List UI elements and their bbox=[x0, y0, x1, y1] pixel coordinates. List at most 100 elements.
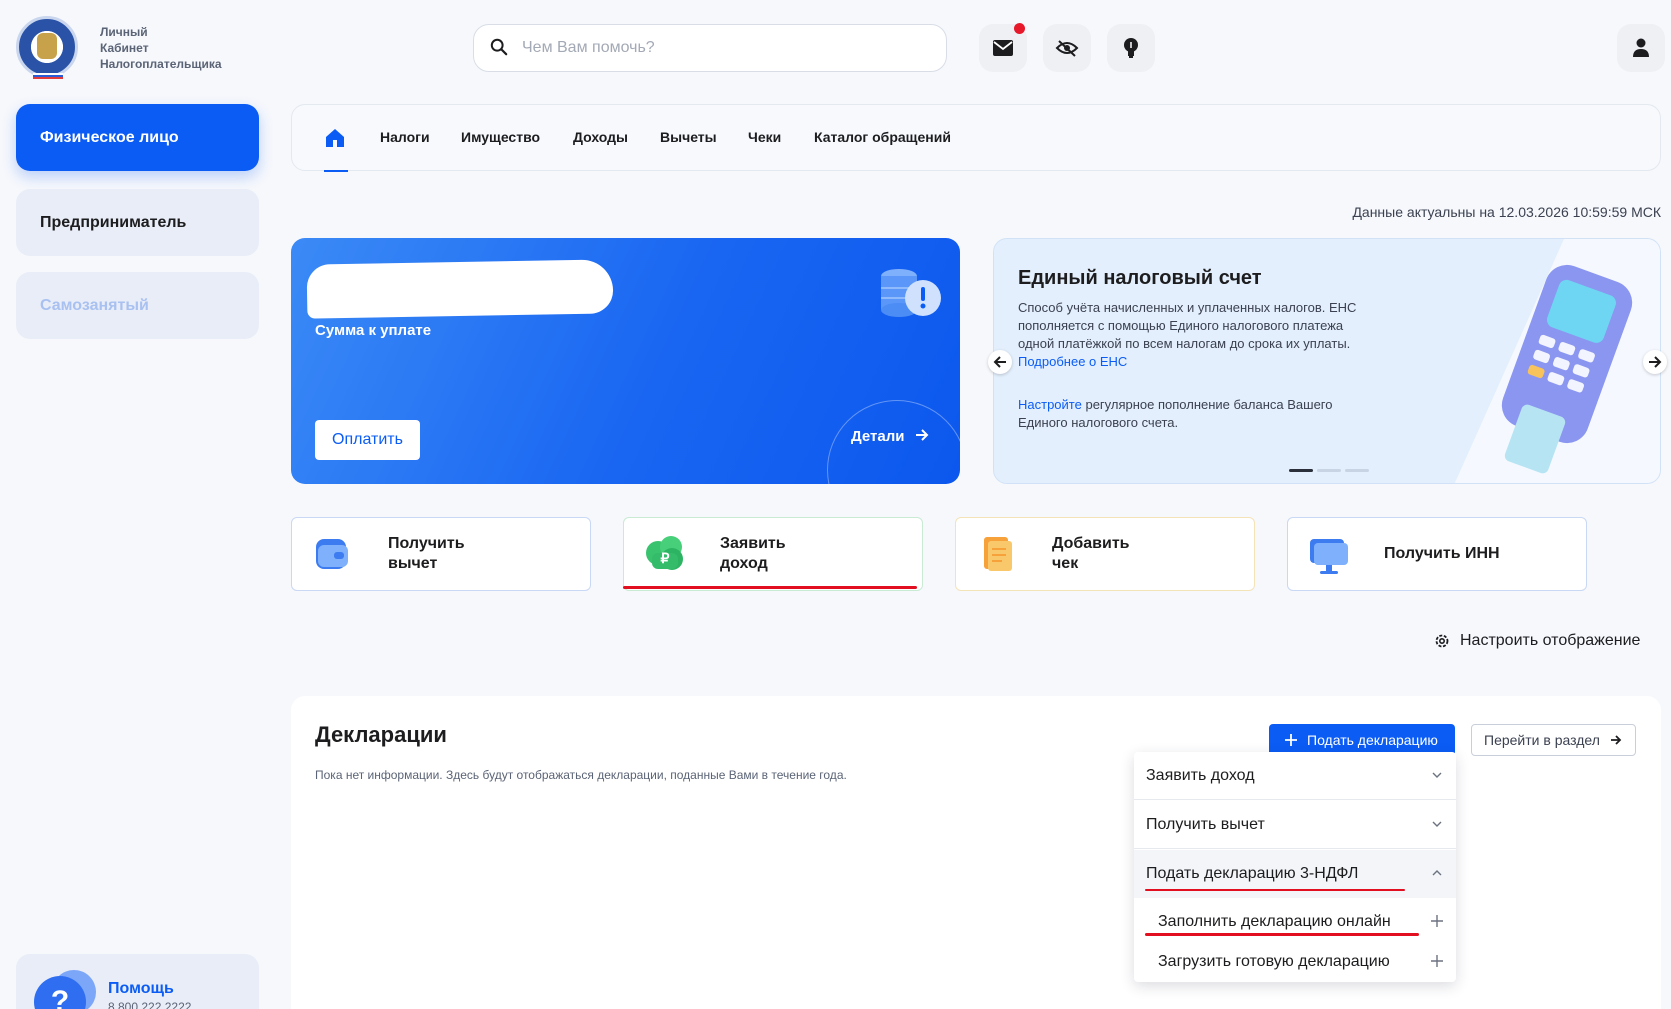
carousel-prev-button[interactable] bbox=[988, 350, 1012, 374]
brand-line-2: Кабинет bbox=[100, 41, 149, 55]
ens-more-link[interactable]: Подробнее о ЕНС bbox=[1018, 354, 1127, 369]
lightbulb-icon bbox=[1124, 38, 1138, 58]
tile-add-receipt-line1: Добавить bbox=[1052, 535, 1130, 552]
menu-item-get-deduction-label: Получить вычет bbox=[1146, 815, 1265, 833]
help-phone: 8 800 222 2222 bbox=[108, 1000, 192, 1009]
configure-display-label: Настроить отображение bbox=[1460, 632, 1641, 649]
tab-requests-catalog[interactable]: Каталог обращений bbox=[814, 129, 951, 145]
submenu-upload-ready[interactable]: Загрузить готовую декларацию bbox=[1134, 942, 1456, 982]
tile-add-receipt-line2: чек bbox=[1052, 555, 1079, 572]
tile-declare-income-line1: Заявить bbox=[720, 535, 786, 552]
sidebar-item-self-employed[interactable]: Самозанятый bbox=[16, 272, 259, 339]
tile-get-deduction[interactable]: Получить вычет bbox=[291, 517, 591, 591]
amount-due-label: Сумма к уплате bbox=[315, 322, 432, 339]
tile-get-inn[interactable]: Получить ИНН bbox=[1287, 517, 1587, 591]
configure-display-link[interactable]: Настроить отображение bbox=[1434, 632, 1640, 650]
menu-item-3ndfl-label: Подать декларацию 3-НДФЛ bbox=[1146, 865, 1359, 882]
tile-get-deduction-line2: вычет bbox=[388, 555, 438, 572]
fns-logo[interactable] bbox=[16, 16, 78, 79]
sidebar-item-individual[interactable]: Физическое лицо bbox=[16, 104, 259, 171]
carousel-dot-2[interactable] bbox=[1317, 469, 1341, 472]
submenu-fill-online[interactable]: Заполнить декларацию онлайн bbox=[1134, 902, 1456, 942]
payment-summary-card: Сумма к уплате Оплатить Детали bbox=[291, 238, 960, 484]
chevron-up-icon bbox=[1432, 870, 1442, 876]
tab-property[interactable]: Имущество bbox=[461, 129, 540, 145]
search-bar[interactable] bbox=[473, 24, 947, 72]
help-widget[interactable]: ? Помощь 8 800 222 2222 bbox=[16, 954, 259, 1009]
profile-button[interactable] bbox=[1617, 24, 1665, 72]
tile-add-receipt[interactable]: Добавить чек bbox=[955, 517, 1255, 591]
ens-setup-text: Настройте регулярное пополнение баланса … bbox=[1018, 396, 1373, 432]
carousel-dot-3[interactable] bbox=[1345, 469, 1369, 472]
ens-promo-card: Единый налоговый счет Способ учёта начис… bbox=[993, 238, 1661, 484]
search-input[interactable] bbox=[522, 35, 922, 61]
submit-declaration-label: Подать декларацию bbox=[1307, 732, 1438, 748]
menu-item-declare-income[interactable]: Заявить доход bbox=[1134, 752, 1456, 800]
redacted-amount bbox=[306, 259, 614, 319]
tile-add-receipt-label: Добавить чек bbox=[1052, 534, 1172, 574]
tile-get-deduction-label: Получить вычет bbox=[388, 534, 508, 574]
tab-deductions[interactable]: Вычеты bbox=[660, 129, 717, 145]
data-updated-timestamp: Данные актуальны на 12.03.2026 10:59:59 … bbox=[1352, 204, 1661, 220]
details-label: Детали bbox=[851, 428, 905, 445]
ens-title: Единый налоговый счет bbox=[1018, 267, 1262, 289]
notification-badge bbox=[1014, 23, 1025, 34]
arrow-right-icon bbox=[915, 429, 929, 441]
chevron-down-icon bbox=[1432, 821, 1442, 827]
tile-get-deduction-line1: Получить bbox=[388, 535, 465, 552]
tile-declare-income[interactable]: ₽ Заявить доход bbox=[623, 517, 923, 591]
home-icon[interactable] bbox=[324, 127, 346, 149]
carousel-next-button[interactable] bbox=[1643, 350, 1667, 374]
carousel-dots bbox=[1289, 469, 1369, 472]
details-link[interactable]: Детали bbox=[851, 428, 929, 445]
tab-income[interactable]: Доходы bbox=[573, 129, 628, 145]
messages-button[interactable] bbox=[979, 23, 1027, 72]
plus-icon bbox=[1285, 734, 1297, 746]
annotation-underline-3ndfl bbox=[1145, 889, 1405, 891]
carousel-dot-1[interactable] bbox=[1289, 469, 1313, 472]
declarations-empty-message: Пока нет информации. Здесь будут отображ… bbox=[315, 768, 847, 782]
arrow-right-icon bbox=[1649, 356, 1662, 368]
arrow-left-icon bbox=[993, 356, 1006, 368]
main-nav: Налоги Имущество Доходы Вычеты Чеки Ката… bbox=[291, 104, 1661, 172]
chevron-down-icon bbox=[1432, 772, 1442, 778]
eye-off-icon bbox=[1055, 40, 1079, 57]
svg-text:₽: ₽ bbox=[661, 550, 670, 566]
search-icon bbox=[490, 38, 508, 56]
go-to-section-button[interactable]: Перейти в раздел bbox=[1471, 724, 1636, 756]
ruble-cloud-icon: ₽ bbox=[642, 531, 688, 577]
submenu-fill-online-label: Заполнить декларацию онлайн bbox=[1158, 913, 1391, 930]
ens-setup-link[interactable]: Настройте bbox=[1018, 397, 1082, 412]
ens-description-text: Способ учёта начисленных и уплаченных на… bbox=[1018, 300, 1357, 351]
brand-title: Личный Кабинет Налогоплательщика bbox=[100, 24, 222, 72]
envelope-icon bbox=[993, 40, 1013, 56]
tips-button[interactable] bbox=[1107, 24, 1155, 72]
sidebar-item-entrepreneur[interactable]: Предприниматель bbox=[16, 189, 259, 256]
pay-button[interactable]: Оплатить bbox=[315, 420, 420, 460]
tile-declare-income-line2: доход bbox=[720, 555, 768, 572]
brand-line-1: Личный bbox=[100, 25, 148, 39]
tab-taxes[interactable]: Налоги bbox=[380, 129, 430, 145]
menu-item-get-deduction[interactable]: Получить вычет bbox=[1134, 801, 1456, 849]
receipt-icon bbox=[974, 531, 1020, 577]
annotation-underline-income bbox=[623, 586, 917, 589]
menu-item-declare-income-label: Заявить доход bbox=[1146, 766, 1255, 784]
tab-receipts[interactable]: Чеки bbox=[748, 129, 781, 145]
declaration-dropdown-menu: Заявить доход Получить вычет Подать декл… bbox=[1134, 752, 1456, 982]
plus-icon bbox=[1431, 915, 1443, 927]
plus-icon bbox=[1431, 955, 1443, 967]
arrow-right-icon bbox=[1610, 735, 1622, 745]
visually-impaired-button[interactable] bbox=[1043, 24, 1091, 72]
emblem-icon bbox=[37, 33, 57, 59]
go-to-section-label: Перейти в раздел bbox=[1484, 732, 1600, 748]
help-title: Помощь bbox=[108, 980, 174, 997]
ens-description: Способ учёта начисленных и уплаченных на… bbox=[1018, 299, 1373, 371]
brand-line-3: Налогоплательщика bbox=[100, 57, 222, 71]
declarations-title: Декларации bbox=[315, 722, 447, 747]
coins-warning-icon bbox=[881, 269, 941, 317]
annotation-underline-fill-online bbox=[1145, 933, 1419, 936]
payment-terminal-illustration bbox=[1454, 239, 1660, 483]
tile-declare-income-label: Заявить доход bbox=[720, 534, 840, 574]
submenu-upload-ready-label: Загрузить готовую декларацию bbox=[1158, 953, 1390, 970]
monitor-icon bbox=[1306, 531, 1352, 577]
